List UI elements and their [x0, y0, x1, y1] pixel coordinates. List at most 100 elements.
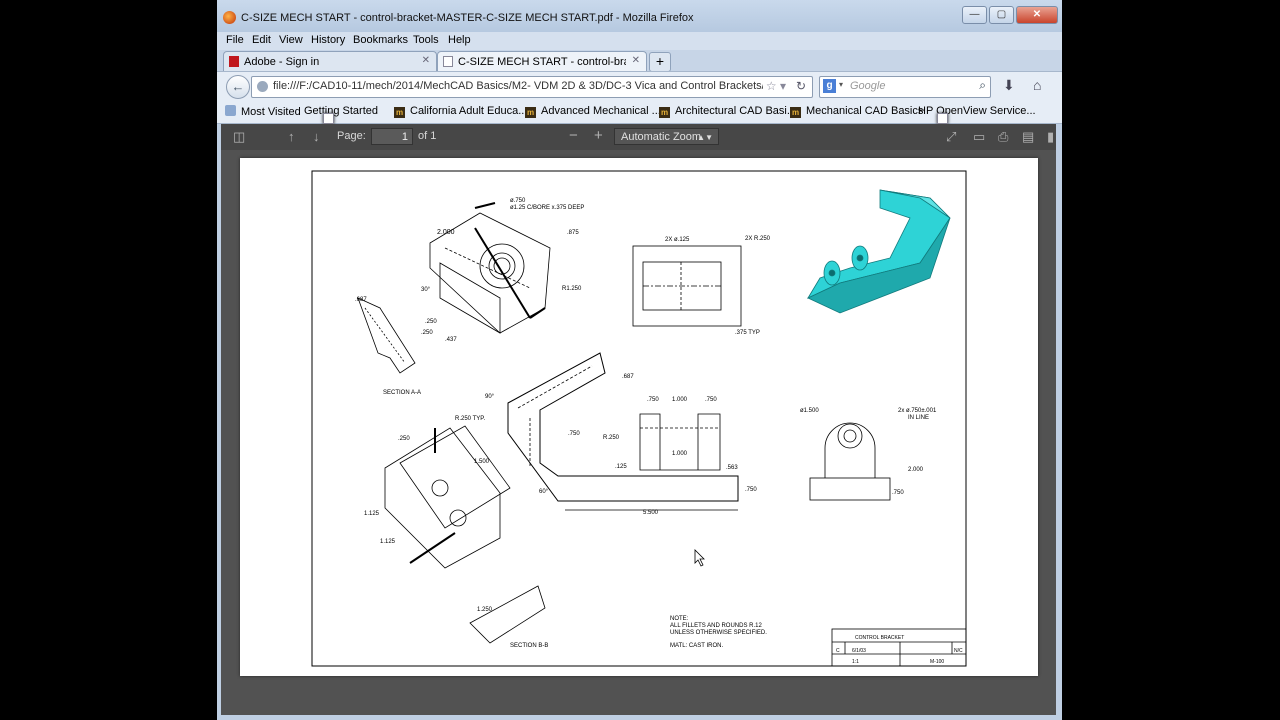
- print-icon[interactable]: ⎙: [998, 129, 1008, 145]
- page-icon: [323, 113, 334, 124]
- maximize-button[interactable]: ▢: [989, 6, 1014, 24]
- sidebar-toggle-icon[interactable]: ◫: [233, 129, 245, 145]
- search-bar[interactable]: g ▾ Google ⌕: [819, 76, 991, 98]
- end-view: ø1.500 2x ø.750±.001 IN LINE 2.000 .750: [800, 408, 937, 501]
- open-file-icon[interactable]: ▭: [973, 129, 985, 145]
- bookmark-advanced[interactable]: m Advanced Mechanical ...: [525, 105, 661, 118]
- menu-view[interactable]: View: [279, 34, 303, 46]
- title-date: 6/1/03: [852, 648, 866, 654]
- window-title: C-SIZE MECH START - control-bracket-MAST…: [241, 12, 694, 24]
- address-bar[interactable]: file:///F:/CAD10-11/mech/2014/MechCAD Ba…: [251, 76, 813, 98]
- tab-pdf[interactable]: C-SIZE MECH START - control-brack... ✕: [437, 51, 647, 72]
- page-icon: [937, 113, 948, 124]
- note-line-4: MATL: CAST IRON.: [670, 643, 723, 649]
- site-icon: m: [394, 107, 405, 118]
- downloads-icon[interactable]: ⬇: [1003, 77, 1015, 94]
- zoom-select[interactable]: Automatic Zoom ▲▼: [614, 128, 719, 145]
- home-icon[interactable]: ⌂: [1033, 77, 1041, 93]
- tab-strip: Adobe - Sign in ✕ C-SIZE MECH START - co…: [217, 50, 1062, 72]
- page-number-input[interactable]: 1: [371, 128, 413, 145]
- bookmark-icon[interactable]: ▮: [1047, 129, 1054, 145]
- menu-history[interactable]: History: [311, 34, 345, 46]
- bookmark-mechanical[interactable]: m Mechanical CAD Basics: [790, 105, 923, 118]
- bookmark-getting-started[interactable]: Getting Started: [304, 105, 378, 124]
- menu-help[interactable]: Help: [448, 34, 471, 46]
- dim-2x-125: 2X ø.125: [665, 237, 690, 243]
- dim-r250: R.250: [603, 435, 620, 441]
- bookmark-california[interactable]: m California Adult Educa...: [394, 105, 527, 118]
- lower-left-isometric-view: R.250 TYP. .250 1.500 1.125 1.125: [364, 416, 511, 569]
- menu-file[interactable]: File: [226, 34, 244, 46]
- pdf-viewer[interactable]: 2.000 ø.750 ø1.25 C/BORE x.375 DEEP .875…: [221, 150, 1056, 715]
- section-a-a: .687 .250 .250 .437 SECTION A-A: [355, 297, 457, 396]
- zoom-value: Automatic Zoom: [621, 131, 702, 143]
- search-placeholder: Google: [850, 80, 886, 92]
- dim-375-typ: .375 TYP: [735, 330, 760, 336]
- dim-750-e: .750: [892, 490, 904, 496]
- dim-563: .563: [726, 465, 738, 471]
- dim-687-b: .687: [622, 374, 634, 380]
- dim-750-b: .750: [647, 397, 659, 403]
- menu-tools[interactable]: Tools: [413, 34, 439, 46]
- page-icon: [443, 56, 453, 67]
- site-icon: m: [659, 107, 670, 118]
- dim-30: 30°: [421, 287, 431, 293]
- tab-adobe[interactable]: Adobe - Sign in ✕: [223, 51, 437, 72]
- dim-875: .875: [567, 230, 579, 236]
- tab-label: Adobe - Sign in: [244, 56, 320, 68]
- next-page-icon[interactable]: ↓: [313, 129, 320, 144]
- section-a-label: SECTION A-A: [383, 390, 421, 396]
- dim-750-c: .750: [705, 397, 717, 403]
- most-visited-icon: [225, 105, 236, 116]
- minimize-button[interactable]: —: [962, 6, 987, 24]
- menu-bookmarks[interactable]: Bookmarks: [353, 34, 408, 46]
- url-text: file:///F:/CAD10-11/mech/2014/MechCAD Ba…: [273, 80, 763, 92]
- reload-icon[interactable]: ↻: [796, 79, 806, 93]
- tab-close-icon[interactable]: ✕: [422, 55, 430, 66]
- pdf-page: 2.000 ø.750 ø1.25 C/BORE x.375 DEEP .875…: [240, 158, 1038, 676]
- dim-inline-2: IN LINE: [908, 415, 929, 421]
- bookmark-label: Architectural CAD Basi...: [675, 105, 797, 117]
- angled-front-view: 90° .687 .750 R.250 60° 5.500: [485, 352, 739, 516]
- note-line-3: UNLESS OTHERWISE SPECIFIED.: [670, 630, 767, 636]
- bookmark-hp[interactable]: HP OpenView Service...: [918, 105, 1036, 124]
- bookmark-star-icon[interactable]: ☆ ▾: [766, 79, 786, 93]
- presentation-mode-icon[interactable]: ⤢: [946, 129, 956, 145]
- engineering-drawing: 2.000 ø.750 ø1.25 C/BORE x.375 DEEP .875…: [311, 170, 967, 667]
- back-button[interactable]: ←: [226, 75, 250, 99]
- dim-1500-b: 1.500: [474, 459, 490, 465]
- engine-dropdown-icon[interactable]: ▾: [839, 80, 843, 89]
- zoom-out-icon[interactable]: −: [569, 127, 578, 144]
- note-line-1: NOTE:: [670, 616, 689, 622]
- close-window-button[interactable]: ✕: [1016, 6, 1058, 24]
- search-icon[interactable]: ⌕: [979, 78, 986, 93]
- title-bar[interactable]: C-SIZE MECH START - control-bracket-MAST…: [217, 0, 1062, 32]
- dim-125: .125: [615, 464, 627, 470]
- bookmark-label: Most Visited: [241, 106, 301, 118]
- menu-edit[interactable]: Edit: [252, 34, 271, 46]
- mouse-cursor-icon: [694, 549, 705, 567]
- dim-r1250: R1.250: [562, 286, 582, 292]
- dim-2000: 2.000: [437, 229, 455, 236]
- bookmark-most-visited[interactable]: Most Visited: [225, 105, 301, 118]
- dim-60: 60°: [539, 489, 549, 495]
- page-count: of 1: [418, 130, 437, 142]
- chevron-down-icon: ▲▼: [697, 133, 713, 142]
- bookmark-label: HP OpenView Service...: [918, 105, 1036, 117]
- bookmark-architectural[interactable]: m Architectural CAD Basi...: [659, 105, 796, 118]
- zoom-in-icon[interactable]: +: [594, 127, 603, 144]
- menu-bar: File Edit View History Bookmarks Tools H…: [217, 32, 1062, 50]
- download-icon[interactable]: ▤: [1022, 129, 1034, 145]
- tab-close-icon[interactable]: ✕: [632, 55, 640, 66]
- bookmark-label: Mechanical CAD Basics: [806, 105, 924, 117]
- dim-250-b: .250: [425, 319, 437, 325]
- site-icon: m: [790, 107, 801, 118]
- dim-1125-b: 1.125: [380, 539, 396, 545]
- dim-2000-b: 2.000: [908, 467, 924, 473]
- navigation-bar: ← file:///F:/CAD10-11/mech/2014/MechCAD …: [217, 71, 1062, 102]
- previous-page-icon[interactable]: ↑: [288, 129, 295, 144]
- title-size: C: [836, 648, 840, 654]
- dim-1000-b: 1.000: [672, 451, 688, 457]
- top-view: 2X ø.125 2X R.250 .375 TYP: [632, 236, 771, 336]
- new-tab-button[interactable]: +: [649, 52, 671, 72]
